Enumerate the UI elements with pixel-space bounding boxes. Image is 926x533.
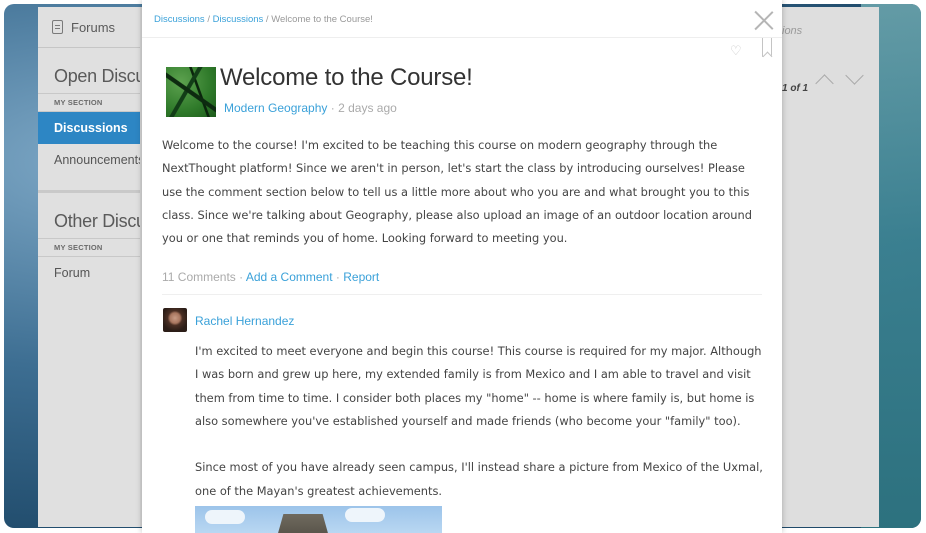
add-comment-link[interactable]: Add a Comment bbox=[246, 270, 333, 284]
avatar[interactable] bbox=[163, 308, 187, 332]
comment-count[interactable]: 11 Comments bbox=[162, 270, 236, 284]
pyramid-shape bbox=[275, 514, 331, 533]
divider bbox=[38, 176, 140, 193]
topic-actions: 11 Comments · Add a Comment · Report bbox=[162, 270, 379, 284]
breadcrumb-link[interactable]: Discussions bbox=[213, 14, 264, 25]
bookmark-icon[interactable] bbox=[762, 38, 772, 57]
divider bbox=[162, 294, 762, 295]
comment-paragraph: I'm excited to meet everyone and begin t… bbox=[195, 344, 762, 428]
cloud-shape bbox=[205, 510, 245, 524]
chevron-down-icon[interactable] bbox=[845, 66, 864, 85]
topic-title: Welcome to the Course! bbox=[220, 64, 473, 91]
section-label: MY SECTION bbox=[38, 238, 140, 257]
topic-timestamp: 2 days ago bbox=[338, 101, 397, 115]
like-heart-icon[interactable]: ♡ bbox=[730, 44, 742, 59]
sidebar-item-forum[interactable]: Forum bbox=[38, 257, 140, 289]
topic-author-link[interactable]: Modern Geography bbox=[224, 101, 327, 115]
partial-label: ions bbox=[782, 25, 803, 37]
document-icon bbox=[52, 20, 63, 34]
forums-header[interactable]: Forums bbox=[38, 7, 140, 48]
section-label: MY SECTION bbox=[38, 93, 140, 112]
pager-label: 1 of 1 bbox=[782, 83, 809, 94]
forums-header-label: Forums bbox=[71, 19, 116, 35]
cloud-shape bbox=[345, 508, 385, 522]
breadcrumb-current: Welcome to the Course! bbox=[271, 14, 373, 25]
forums-sidebar: Forums Open Discussions MY SECTION Discu… bbox=[38, 7, 140, 527]
comment-image[interactable] bbox=[195, 506, 442, 533]
close-icon[interactable] bbox=[754, 10, 774, 30]
report-link[interactable]: Report bbox=[343, 270, 379, 284]
sidebar-item-announcements[interactable]: Announcements bbox=[38, 144, 140, 176]
topic-modal: Discussions / Discussions / Welcome to t… bbox=[142, 0, 782, 533]
divider bbox=[142, 37, 782, 38]
breadcrumb-link[interactable]: Discussions bbox=[154, 14, 205, 25]
breadcrumb: Discussions / Discussions / Welcome to t… bbox=[154, 14, 373, 25]
meta-separator: · bbox=[330, 101, 339, 115]
comment-body: I'm excited to meet everyone and begin t… bbox=[195, 340, 763, 526]
sidebar-item-discussions[interactable]: Discussions bbox=[38, 112, 140, 144]
comment-author-link[interactable]: Rachel Hernandez bbox=[195, 314, 294, 328]
course-thumbnail bbox=[166, 67, 216, 117]
meta-separator: · bbox=[239, 270, 246, 284]
comment-paragraph: Since most of you have already seen camp… bbox=[195, 460, 763, 498]
chevron-up-icon[interactable] bbox=[815, 74, 834, 93]
topic-list-pane: ions 1 of 1 bbox=[782, 7, 879, 527]
topic-meta: Modern Geography · 2 days ago bbox=[224, 101, 397, 115]
topic-body: Welcome to the course! I'm excited to be… bbox=[162, 138, 752, 246]
other-discussions-title: Other Discussions bbox=[54, 211, 140, 231]
open-discussions-title: Open Discussions bbox=[54, 66, 140, 86]
